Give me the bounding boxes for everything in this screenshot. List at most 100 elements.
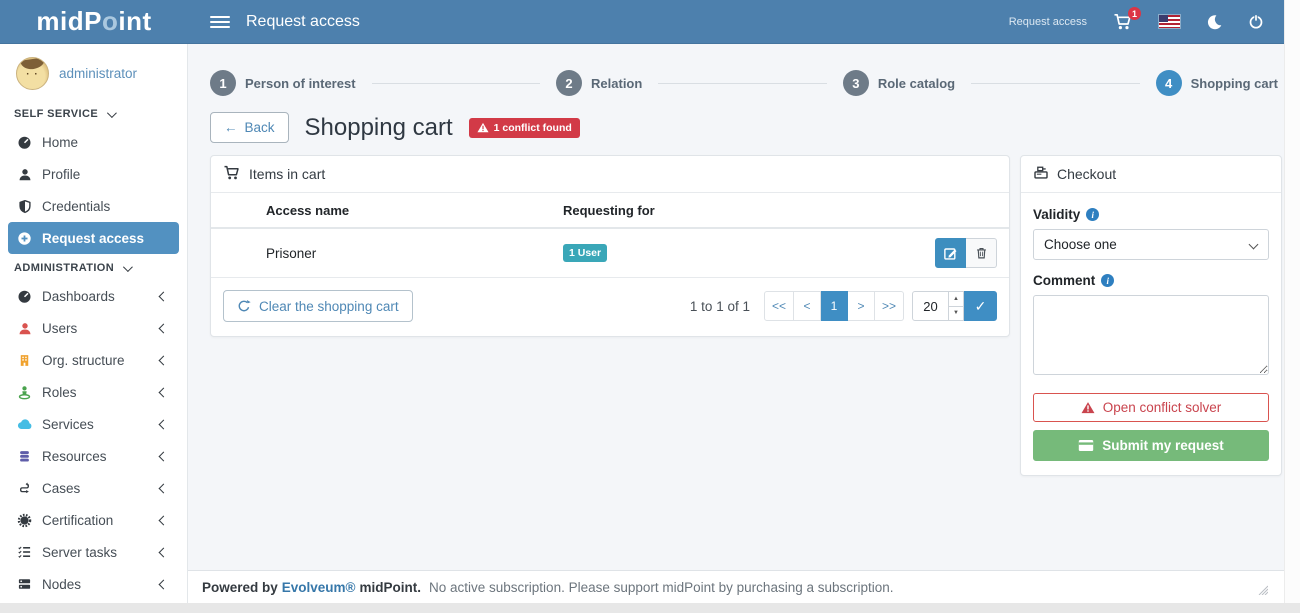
footer: Powered by Evolveum® midPoint. No active… bbox=[188, 570, 1284, 603]
column-requesting-for[interactable]: Requesting for bbox=[563, 203, 997, 218]
scrollbar-track[interactable] bbox=[1284, 0, 1300, 603]
user-icon bbox=[16, 167, 33, 182]
items-in-cart-panel: Items in cart Access name Requesting for… bbox=[210, 155, 1010, 337]
delete-item-button[interactable] bbox=[966, 238, 997, 268]
conflict-badge[interactable]: 1 conflict found bbox=[469, 118, 580, 138]
route-icon bbox=[16, 481, 33, 496]
sidebar-item-dashboards[interactable]: Dashboards bbox=[0, 280, 187, 312]
arrow-left-icon: ← bbox=[224, 120, 238, 135]
cart-count-badge: 1 bbox=[1128, 7, 1141, 20]
comment-textarea[interactable] bbox=[1033, 295, 1269, 375]
seal-icon bbox=[16, 513, 33, 528]
page-1-button[interactable]: 1 bbox=[821, 291, 848, 321]
apply-page-size-button[interactable]: ✓ bbox=[964, 291, 997, 321]
page-size-input[interactable] bbox=[912, 291, 949, 321]
cart-icon bbox=[223, 165, 241, 183]
evolveum-link[interactable]: Evolveum® bbox=[282, 580, 356, 595]
info-icon[interactable]: i bbox=[1086, 208, 1099, 221]
user-panel[interactable]: administrator bbox=[0, 44, 187, 100]
chevron-left-icon bbox=[159, 387, 169, 397]
pagination: 1 to 1 of 1 << < 1 > >> ▲ ▼ bbox=[690, 291, 997, 321]
validity-select[interactable]: Choose one bbox=[1033, 229, 1269, 260]
panel-title: Checkout bbox=[1057, 166, 1116, 182]
pencil-square-icon bbox=[943, 246, 958, 261]
bottom-strip bbox=[0, 603, 1300, 613]
menu-toggle-icon[interactable] bbox=[210, 16, 230, 28]
database-icon bbox=[16, 449, 33, 464]
sidebar-item-profile[interactable]: Profile bbox=[0, 158, 187, 190]
prev-page-button[interactable]: < bbox=[794, 291, 821, 321]
navbar-breadcrumb[interactable]: Request access bbox=[1009, 16, 1087, 28]
sidebar-item-home[interactable]: Home bbox=[0, 126, 187, 158]
cart-icon[interactable]: 1 bbox=[1113, 13, 1133, 30]
navbar-page-title: Request access bbox=[246, 13, 360, 31]
logout-power-icon[interactable] bbox=[1248, 13, 1264, 30]
chevron-left-icon bbox=[159, 515, 169, 525]
building-icon bbox=[16, 353, 33, 368]
sidebar-item-certification[interactable]: Certification bbox=[0, 504, 187, 536]
last-page-button[interactable]: >> bbox=[875, 291, 904, 321]
sidebar: administrator SELF SERVICE Home Profile … bbox=[0, 44, 188, 603]
info-icon[interactable]: i bbox=[1101, 274, 1114, 287]
trash-icon bbox=[975, 246, 988, 260]
user-name[interactable]: administrator bbox=[59, 66, 137, 81]
wizard-step-2[interactable]: 2 Relation bbox=[556, 70, 642, 96]
sidebar-item-nodes[interactable]: Nodes bbox=[0, 568, 187, 600]
wizard-step-4[interactable]: 4 Shopping cart bbox=[1156, 70, 1278, 96]
sidebar-item-services[interactable]: Services bbox=[0, 408, 187, 440]
chevron-left-icon bbox=[159, 291, 169, 301]
spinner-down-icon[interactable]: ▼ bbox=[949, 306, 963, 321]
brand-logo[interactable]: midPoint bbox=[0, 6, 188, 37]
column-access-name[interactable]: Access name bbox=[223, 203, 563, 218]
sidebar-section-self-service[interactable]: SELF SERVICE bbox=[0, 100, 187, 126]
clear-cart-button[interactable]: Clear the shopping cart bbox=[223, 290, 413, 322]
pagination-summary: 1 to 1 of 1 bbox=[690, 299, 750, 314]
sidebar-item-org-structure[interactable]: Org. structure bbox=[0, 344, 187, 376]
submit-request-button[interactable]: Submit my request bbox=[1033, 430, 1269, 461]
chevron-left-icon bbox=[159, 547, 169, 557]
dark-mode-moon-icon[interactable] bbox=[1206, 14, 1222, 30]
validity-label: Validity bbox=[1033, 207, 1080, 222]
sidebar-item-cases[interactable]: Cases bbox=[0, 472, 187, 504]
requesting-for-badge[interactable]: 1 User bbox=[563, 244, 607, 262]
sidebar-item-request-access[interactable]: Request access bbox=[8, 222, 179, 254]
avatar bbox=[16, 57, 49, 90]
chevron-left-icon bbox=[159, 579, 169, 589]
midpoint-text: midPoint. bbox=[360, 580, 422, 595]
gauge-icon bbox=[16, 289, 33, 304]
street-view-icon bbox=[16, 385, 33, 400]
cell-access-name: Prisoner bbox=[223, 246, 563, 261]
sidebar-section-administration[interactable]: ADMINISTRATION bbox=[0, 254, 187, 280]
credit-card-icon bbox=[1078, 439, 1094, 452]
chevron-down-icon bbox=[123, 262, 133, 272]
edit-item-button[interactable] bbox=[935, 238, 966, 268]
subscription-text: No active subscription. Please support m… bbox=[429, 580, 894, 595]
wizard-step-1[interactable]: 1 Person of interest bbox=[210, 70, 356, 96]
server-icon bbox=[16, 577, 33, 591]
resize-grip-icon[interactable] bbox=[1256, 583, 1268, 598]
first-page-button[interactable]: << bbox=[764, 291, 794, 321]
powered-by-text: Powered by bbox=[202, 580, 278, 595]
back-button[interactable]: ← Back bbox=[210, 112, 289, 143]
sidebar-item-roles[interactable]: Roles bbox=[0, 376, 187, 408]
wizard-step-3[interactable]: 3 Role catalog bbox=[843, 70, 955, 96]
sidebar-item-server-tasks[interactable]: Server tasks bbox=[0, 536, 187, 568]
plus-circle-icon bbox=[16, 231, 33, 246]
table-header: Access name Requesting for bbox=[211, 193, 1009, 229]
wizard-steps: 1 Person of interest 2 Relation 3 Role c… bbox=[188, 44, 1284, 96]
comment-label: Comment bbox=[1033, 273, 1095, 288]
warning-triangle-icon bbox=[1081, 401, 1095, 414]
sidebar-item-users[interactable]: Users bbox=[0, 312, 187, 344]
spinner-up-icon[interactable]: ▲ bbox=[949, 292, 963, 306]
open-conflict-solver-button[interactable]: Open conflict solver bbox=[1033, 393, 1269, 422]
cloud-icon bbox=[16, 418, 33, 431]
recycle-icon bbox=[237, 299, 251, 313]
next-page-button[interactable]: > bbox=[848, 291, 875, 321]
brand-logo-text: midPoint bbox=[36, 6, 151, 37]
sidebar-item-credentials[interactable]: Credentials bbox=[0, 190, 187, 222]
user-icon bbox=[16, 321, 33, 336]
sidebar-item-resources[interactable]: Resources bbox=[0, 440, 187, 472]
language-flag-icon[interactable] bbox=[1159, 15, 1180, 28]
top-navbar: midPoint Request access Request access 1 bbox=[0, 0, 1284, 44]
page-title: Shopping cart bbox=[305, 114, 453, 142]
